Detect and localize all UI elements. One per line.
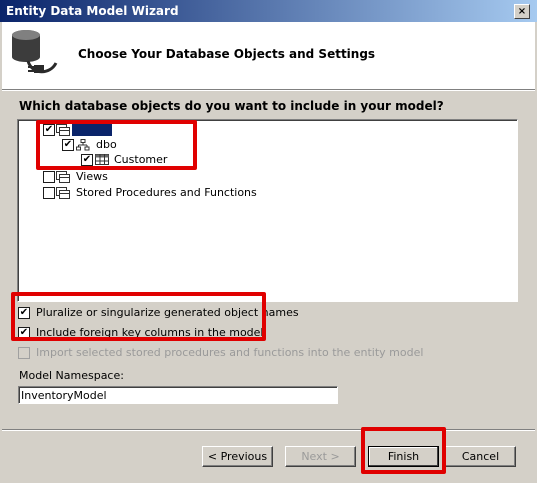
views-folder-icon xyxy=(56,171,70,183)
procedures-folder-icon xyxy=(56,187,70,199)
close-button[interactable]: × xyxy=(514,4,530,19)
previous-button[interactable]: < Previous xyxy=(202,446,273,467)
objects-question: Which database objects do you want to in… xyxy=(19,99,444,113)
views-label[interactable]: Views xyxy=(76,170,108,183)
finish-highlight xyxy=(361,427,446,474)
import-procs-label: Import selected stored procedures and fu… xyxy=(36,346,424,359)
namespace-label: Model Namespace: xyxy=(19,369,124,382)
cancel-button[interactable]: Cancel xyxy=(445,446,516,467)
database-plug-icon xyxy=(6,27,68,81)
import-procs-checkbox xyxy=(18,347,30,359)
namespace-input[interactable]: InventoryModel xyxy=(18,386,338,404)
header-divider xyxy=(2,89,535,91)
views-checkbox[interactable] xyxy=(43,171,55,183)
next-button: Next > xyxy=(285,446,356,467)
procedures-label[interactable]: Stored Procedures and Functions xyxy=(76,186,257,199)
procedures-checkbox[interactable] xyxy=(43,187,55,199)
page-title: Choose Your Database Objects and Setting… xyxy=(78,47,376,61)
tree-highlight xyxy=(36,120,197,170)
footer-divider xyxy=(2,429,535,431)
options-highlight xyxy=(11,292,266,341)
window-title: Entity Data Model Wizard xyxy=(6,4,179,18)
